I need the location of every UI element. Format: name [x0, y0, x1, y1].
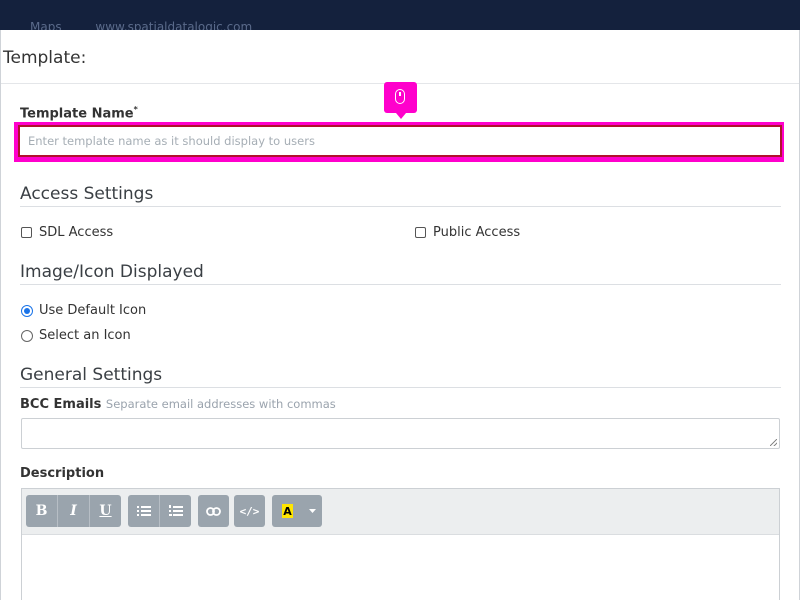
- use-default-icon-radio[interactable]: [21, 304, 33, 317]
- underline-button[interactable]: U: [89, 495, 121, 527]
- highlight-dropdown-button[interactable]: [303, 495, 322, 527]
- bcc-emails-label: BCC Emails Separate email addresses with…: [20, 397, 336, 412]
- link-button[interactable]: [198, 495, 229, 527]
- italic-button[interactable]: I: [57, 495, 89, 527]
- access-settings-heading: Access Settings: [20, 184, 781, 207]
- unordered-list-button[interactable]: [128, 495, 159, 527]
- link-group: [198, 495, 229, 527]
- editor-toolbar: B I U </> A: [22, 489, 779, 535]
- highlight-color-icon: A: [282, 504, 293, 518]
- highlight-group: A: [272, 495, 322, 527]
- description-editor[interactable]: B I U </> A: [21, 488, 780, 600]
- template-name-input[interactable]: [18, 125, 782, 157]
- image-icon-heading: Image/Icon Displayed: [20, 262, 781, 285]
- bold-button[interactable]: B: [26, 495, 57, 527]
- public-access-checkbox[interactable]: [415, 227, 426, 238]
- caret-down-icon: [309, 509, 316, 513]
- select-icon-option[interactable]: Select an Icon: [21, 328, 131, 343]
- template-name-label: Template Name*: [20, 105, 138, 121]
- template-name-label-text: Template Name: [20, 106, 134, 122]
- text-style-group: B I U: [26, 495, 121, 527]
- modal-title: Template:: [3, 48, 87, 68]
- list-ol-icon: [168, 505, 183, 516]
- mouse-icon: [395, 89, 405, 104]
- sdl-access-option[interactable]: SDL Access: [21, 225, 113, 240]
- code-button[interactable]: </>: [234, 495, 265, 527]
- ordered-list-button[interactable]: [159, 495, 191, 527]
- click-indicator-badge: [384, 82, 417, 119]
- template-modal: Template: Template Name* Access Settings…: [0, 30, 800, 600]
- required-mark: *: [133, 105, 138, 114]
- select-icon-label: Select an Icon: [39, 328, 131, 343]
- list-group: [128, 495, 191, 527]
- highlight-button[interactable]: A: [272, 495, 303, 527]
- code-group: </>: [234, 495, 265, 527]
- general-settings-heading: General Settings: [20, 365, 781, 388]
- public-access-option[interactable]: Public Access: [415, 225, 520, 240]
- public-access-label: Public Access: [433, 225, 521, 240]
- bcc-emails-label-text: BCC Emails: [20, 397, 102, 412]
- use-default-icon-option[interactable]: Use Default Icon: [21, 303, 146, 318]
- link-icon: [206, 506, 221, 516]
- select-icon-radio[interactable]: [21, 329, 33, 342]
- use-default-icon-label: Use Default Icon: [39, 303, 147, 318]
- template-name-highlight: [14, 122, 784, 162]
- list-ul-icon: [136, 506, 151, 516]
- top-navigation-bar: Maps www.spatialdatalogic.com: [0, 0, 800, 34]
- description-label: Description: [20, 466, 105, 481]
- bcc-emails-hint: Separate email addresses with commas: [105, 397, 336, 411]
- resize-grip-icon[interactable]: [770, 439, 777, 446]
- bcc-emails-textarea[interactable]: [21, 418, 780, 449]
- sdl-access-checkbox[interactable]: [21, 227, 32, 238]
- sdl-access-label: SDL Access: [39, 225, 114, 240]
